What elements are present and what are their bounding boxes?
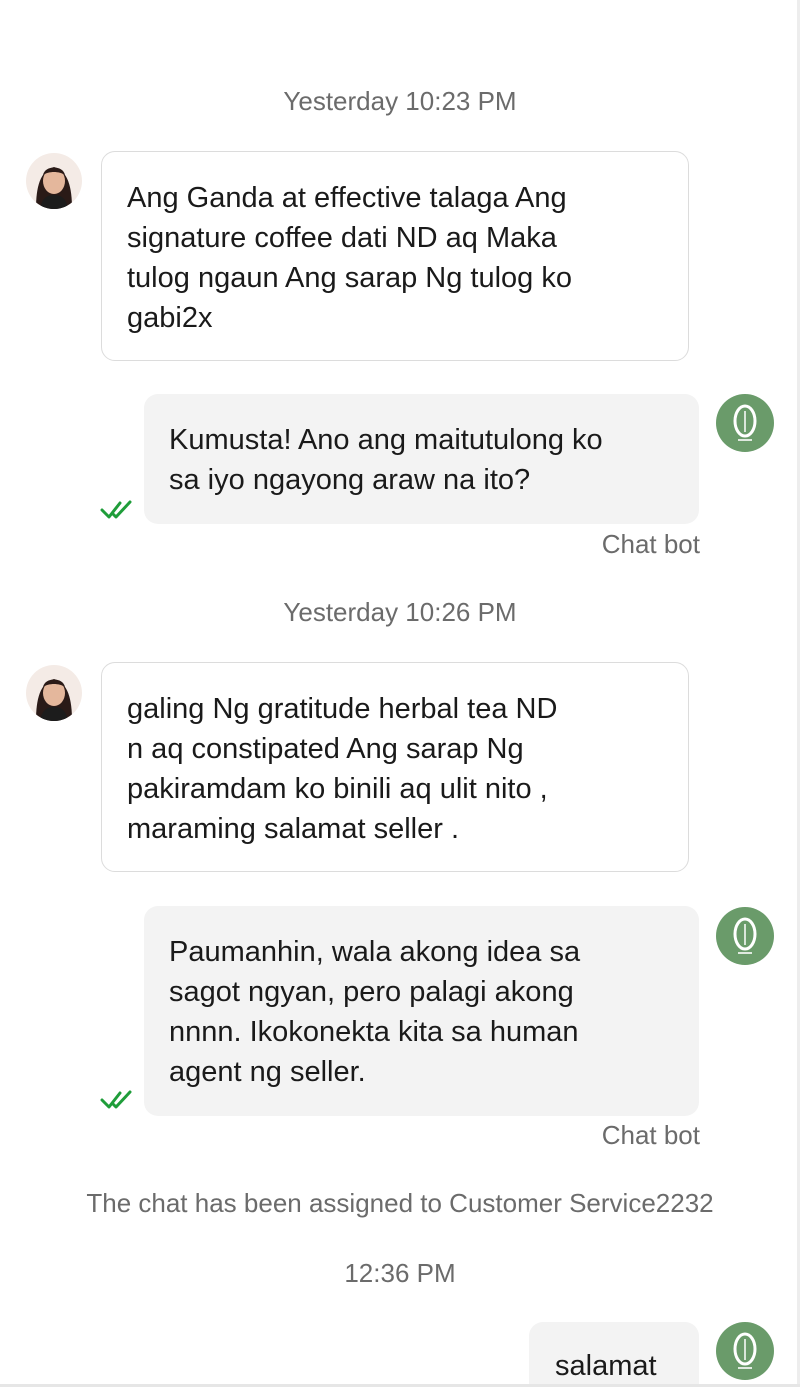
assignment-notice: The chat has been assigned to Customer S… [86,1188,714,1218]
shop-logo-icon[interactable] [716,907,774,965]
date-divider: 12:36 PM [344,1258,456,1288]
date-divider: Yesterday 10:26 PM [283,597,517,627]
double-check-icon [100,500,134,520]
chatbot-message[interactable]: Paumanhin, wala akong idea sa sagot ngya… [144,906,699,1116]
date-divider: Yesterday 10:23 PM [283,86,517,116]
customer-message[interactable]: galing Ng gratitude herbal tea ND n aq c… [101,662,689,872]
customer-avatar[interactable] [26,153,82,209]
customer-avatar[interactable] [26,665,82,721]
chatbot-message[interactable]: Kumusta! Ano ang maitutulong ko sa iyo n… [144,394,699,524]
customer-message[interactable]: Ang Ganda at effective talaga Ang signat… [101,151,689,361]
double-check-icon [100,1090,134,1110]
agent-message[interactable]: salamat [529,1322,699,1384]
shop-logo-icon[interactable] [716,394,774,452]
sender-label: Chat bot [601,1120,700,1150]
shop-logo-icon[interactable] [716,1322,774,1380]
sender-label: Chat bot [601,529,700,559]
